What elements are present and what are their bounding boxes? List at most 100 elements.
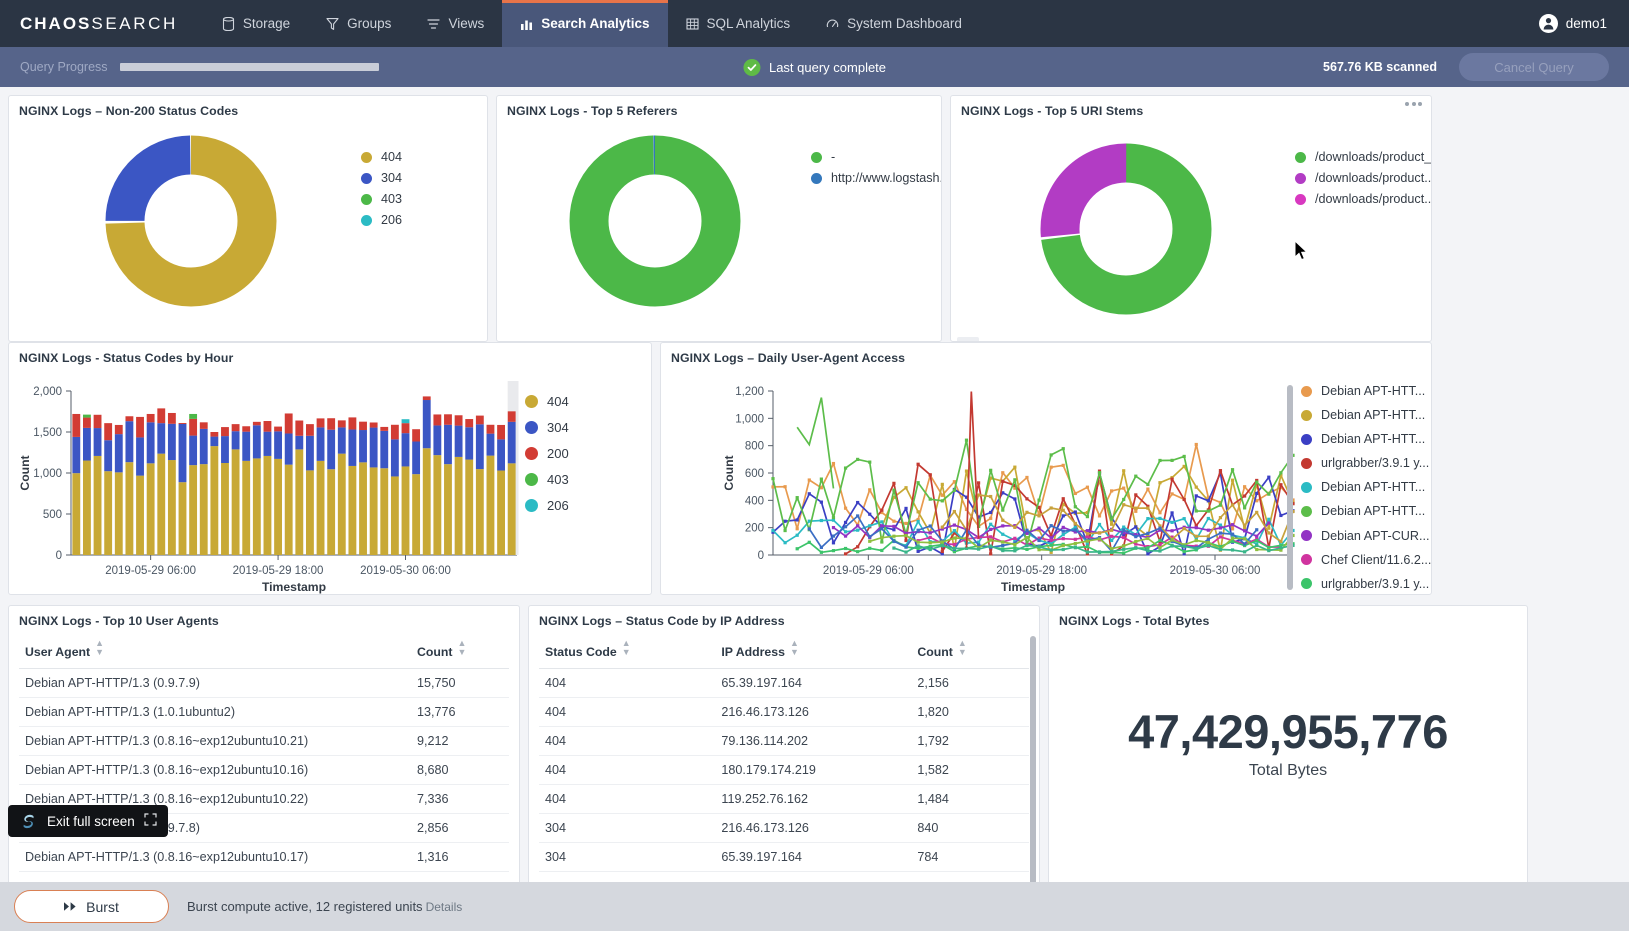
- nav-item-groups[interactable]: Groups: [308, 0, 409, 47]
- svg-text:400: 400: [745, 495, 764, 507]
- nav-item-system-dashboard[interactable]: System Dashboard: [808, 0, 980, 47]
- query-progress-label: Query Progress: [20, 60, 108, 74]
- nav-item-views[interactable]: Views: [409, 0, 502, 47]
- user-menu[interactable]: demo1: [1539, 0, 1629, 47]
- table-row[interactable]: 404119.252.76.1621,484: [539, 785, 1029, 814]
- nav-item-sql-analytics[interactable]: SQL Analytics: [668, 0, 809, 47]
- legend-swatch-icon: [525, 473, 538, 486]
- legend-label: http://www.logstash...: [831, 171, 942, 185]
- legend-swatch-icon: [361, 194, 372, 205]
- table-cell: 65.39.197.164: [715, 843, 911, 872]
- legend-swatch-icon: [1295, 194, 1306, 205]
- table-row[interactable]: 40479.136.114.2021,792: [539, 727, 1029, 756]
- column-header-status-code[interactable]: Status Code▲▼: [539, 632, 715, 669]
- avatar-icon: [1539, 14, 1558, 33]
- legend-item[interactable]: 304: [525, 420, 569, 435]
- legend-item[interactable]: -: [811, 150, 942, 164]
- nav-item-search-analytics[interactable]: Search Analytics: [502, 0, 667, 47]
- donut-chart-uri-stems[interactable]: [1016, 136, 1236, 336]
- sort-icon: ▲▼: [458, 639, 467, 657]
- table-row[interactable]: Debian APT-HTTP/1.3 (0.9.7.9)15,750: [19, 669, 509, 698]
- chart-scrollbar[interactable]: [1287, 385, 1293, 590]
- donut-chart-non200[interactable]: [81, 128, 301, 328]
- panel-menu-icon[interactable]: [1405, 102, 1422, 106]
- panel-non200-status-codes: NGINX Logs – Non-200 Status Codes 404 30…: [8, 95, 488, 342]
- column-header-count[interactable]: Count▲▼: [911, 632, 1029, 669]
- nav-item-storage[interactable]: Storage: [204, 0, 308, 47]
- table-cell: 180.179.174.219: [715, 756, 911, 785]
- legend-label: /downloads/product...: [1315, 192, 1432, 206]
- legend-swatch-icon: [1301, 386, 1312, 397]
- burst-details-link[interactable]: Details: [426, 900, 463, 914]
- column-header-ip-address[interactable]: IP Address▲▼: [715, 632, 911, 669]
- legend-item[interactable]: /downloads/product...: [1295, 171, 1427, 185]
- svg-text:2019-05-30 06:00: 2019-05-30 06:00: [360, 565, 451, 577]
- table-row[interactable]: Debian APT-HTTP/1.3 (1.0.1ubuntu2)13,776: [19, 698, 509, 727]
- table-row[interactable]: 40465.39.197.1642,156: [539, 669, 1029, 698]
- legend-swatch-icon: [1301, 554, 1312, 565]
- table-row[interactable]: 30465.39.197.164784: [539, 843, 1029, 872]
- table-cell: Debian APT-HTTP/1.3 (1.0.1ubuntu2): [19, 698, 411, 727]
- table-row[interactable]: 404180.179.174.2191,582: [539, 756, 1029, 785]
- legend-label: Debian APT-HTT...: [1321, 384, 1425, 398]
- legend-uri-stems: /downloads/product_1 /downloads/product.…: [1295, 150, 1427, 206]
- table-cell: 2,856: [411, 814, 509, 843]
- sort-icon: ▲▼: [958, 639, 967, 657]
- legend-item[interactable]: Debian APT-HTT...: [1301, 480, 1429, 494]
- panel-title: NGINX Logs – Status Code by IP Address: [529, 606, 1039, 628]
- legend-item[interactable]: Debian APT-HTT...: [1301, 432, 1429, 446]
- table-cell: 65.39.197.164: [715, 669, 911, 698]
- legend-item[interactable]: /downloads/product_1: [1295, 150, 1427, 164]
- legend-item[interactable]: http://www.logstash...: [811, 171, 942, 185]
- table-cell: 404: [539, 669, 715, 698]
- legend-item[interactable]: 304: [361, 171, 402, 185]
- legend-item[interactable]: Debian APT-HTT...: [1301, 408, 1429, 422]
- nav-label: Storage: [243, 16, 290, 31]
- legend-item[interactable]: Debian APT-CUR...: [1301, 529, 1429, 543]
- cancel-query-button[interactable]: Cancel Query: [1459, 53, 1609, 81]
- table-cell: 1,582: [911, 756, 1029, 785]
- legend-item[interactable]: 206: [361, 213, 402, 227]
- fast-forward-icon: [64, 899, 78, 915]
- table-row[interactable]: 404216.46.173.1261,820: [539, 698, 1029, 727]
- table-cell: 304: [539, 814, 715, 843]
- panel-body: - http://www.logstash...: [497, 118, 941, 342]
- legend-item[interactable]: urlgrabber/3.9.1 y...: [1301, 577, 1429, 591]
- legend-label: -: [831, 150, 835, 164]
- legend-item[interactable]: 404: [361, 150, 402, 164]
- legend-item[interactable]: /downloads/product...: [1295, 192, 1427, 206]
- table-row[interactable]: 304216.46.173.126840: [539, 814, 1029, 843]
- legend-item[interactable]: 403: [525, 472, 569, 487]
- table-cell: 404: [539, 727, 715, 756]
- chaossearch-logo-icon: [19, 812, 38, 831]
- table-row[interactable]: Debian APT-HTTP/1.3 (0.8.16~exp12ubuntu1…: [19, 843, 509, 872]
- burst-button[interactable]: Burst: [14, 890, 169, 923]
- legend-item[interactable]: Debian APT-HTT...: [1301, 384, 1429, 398]
- svg-text:200: 200: [745, 523, 764, 535]
- legend-item[interactable]: Chef Client/11.6.2...: [1301, 553, 1429, 567]
- table-row[interactable]: Debian APT-HTTP/1.3 (0.8.16~exp12ubuntu1…: [19, 756, 509, 785]
- filter-icon: [326, 17, 339, 31]
- legend-item[interactable]: 404: [525, 394, 569, 409]
- table-cell: 1,484: [911, 785, 1029, 814]
- legend-label: 304: [381, 171, 402, 185]
- legend-referers: - http://www.logstash...: [811, 150, 942, 185]
- brand-light: SEARCH: [91, 14, 177, 34]
- app-root: CHAOSSEARCH Storage Groups Views: [0, 0, 1629, 931]
- panel-title: NGINX Logs - Top 5 Referers: [497, 96, 941, 118]
- column-header-user-agent[interactable]: User Agent▲▼: [19, 632, 411, 669]
- table-cell: 9,212: [411, 727, 509, 756]
- legend-label: 206: [381, 213, 402, 227]
- column-header-count[interactable]: Count▲▼: [411, 632, 509, 669]
- legend-item[interactable]: Debian APT-HTT...: [1301, 504, 1429, 518]
- panel-title: NGINX Logs - Top 10 User Agents: [9, 606, 519, 628]
- panel-body: 02004006008001,0001,2002019-05-29 06:002…: [661, 365, 1431, 595]
- brand-logo[interactable]: CHAOSSEARCH: [0, 0, 204, 47]
- legend-item[interactable]: 200: [525, 446, 569, 461]
- donut-chart-referers[interactable]: [545, 128, 765, 328]
- legend-item[interactable]: 403: [361, 192, 402, 206]
- table-row[interactable]: Debian APT-HTTP/1.3 (0.8.16~exp12ubuntu1…: [19, 727, 509, 756]
- legend-item[interactable]: 206: [525, 498, 569, 513]
- exit-fullscreen-toast[interactable]: Exit full screen: [8, 805, 168, 837]
- legend-item[interactable]: urlgrabber/3.9.1 y...: [1301, 456, 1429, 470]
